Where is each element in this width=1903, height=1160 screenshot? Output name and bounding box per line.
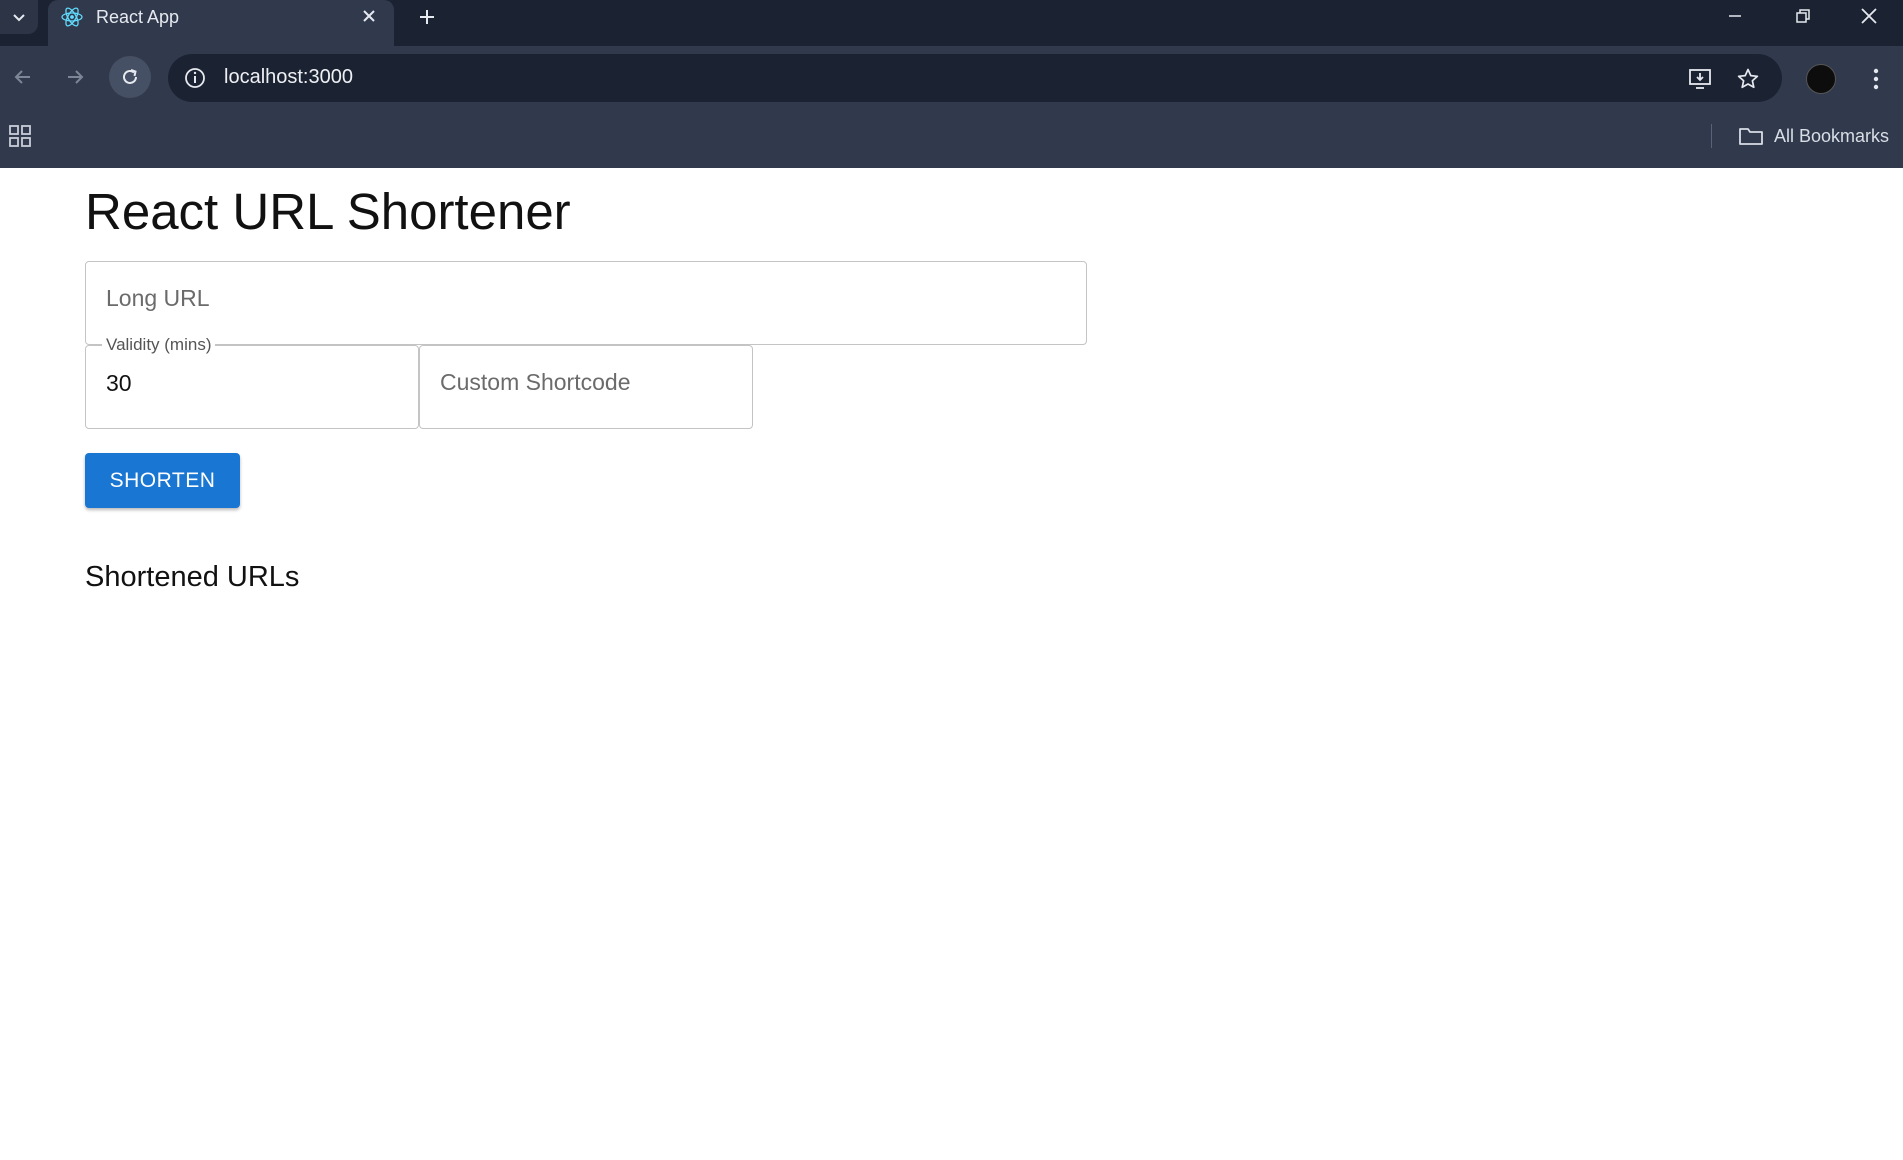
arrow-left-icon [14,70,30,84]
browser-menu-button[interactable] [1862,64,1890,94]
validity-value: 30 [106,370,132,396]
bookmarks-separator [1711,124,1712,148]
tab-close-button[interactable] [358,5,380,27]
more-vert-icon [1873,68,1879,90]
apps-grid-icon[interactable] [8,124,32,148]
url-text[interactable]: localhost:3000 [224,66,353,89]
validity-input[interactable]: Validity (mins) 30 [85,335,419,429]
tab-title: React App [96,7,180,27]
bookmarks-bar: All Bookmarks [0,108,1903,168]
all-bookmarks-label: All Bookmarks [1774,125,1890,146]
plus-icon [420,10,434,24]
site-info-button[interactable] [182,65,208,91]
star-icon [1737,68,1759,89]
react-logo-icon [61,7,83,27]
profile-avatar[interactable] [1806,64,1836,94]
browser-toolbar: localhost:3000 [0,46,1903,108]
tab-strip: React App [0,0,1903,46]
install-app-button[interactable] [1686,65,1714,93]
page-content: React URL Shortener Long URL Validity (m… [0,168,1903,1160]
restore-icon [1796,9,1810,23]
address-bar[interactable]: localhost:3000 [168,54,1782,102]
arrow-right-icon [68,70,84,84]
restore-button[interactable] [1769,0,1837,32]
reload-icon [123,69,137,84]
forward-button[interactable] [54,56,96,98]
chevron-down-icon [13,14,25,22]
validity-label: Validity (mins) [102,335,216,355]
all-bookmarks-button[interactable]: All Bookmarks [1738,122,1889,150]
close-icon [363,10,375,22]
tab-search-button[interactable] [0,0,38,34]
browser-tab[interactable]: React App [48,0,394,46]
long-url-placeholder: Long URL [106,285,210,311]
long-url-input[interactable]: Long URL [85,261,1087,345]
close-window-button[interactable] [1835,0,1903,32]
shorten-button[interactable]: SHORTEN [85,453,240,508]
minimize-icon [1729,15,1741,17]
close-icon [1861,8,1877,24]
back-button[interactable] [2,56,44,98]
minimize-button[interactable] [1701,0,1769,32]
custom-shortcode-placeholder: Custom Shortcode [440,369,631,395]
new-tab-button[interactable] [412,4,442,30]
folder-icon [1739,128,1763,145]
reload-button[interactable] [109,56,151,98]
info-icon [185,68,205,88]
bookmark-star-button[interactable] [1734,65,1762,93]
page-title: React URL Shortener [85,183,571,240]
shortened-urls-heading: Shortened URLs [85,561,300,593]
custom-shortcode-input[interactable]: Custom Shortcode [419,345,753,429]
install-icon [1689,69,1711,89]
